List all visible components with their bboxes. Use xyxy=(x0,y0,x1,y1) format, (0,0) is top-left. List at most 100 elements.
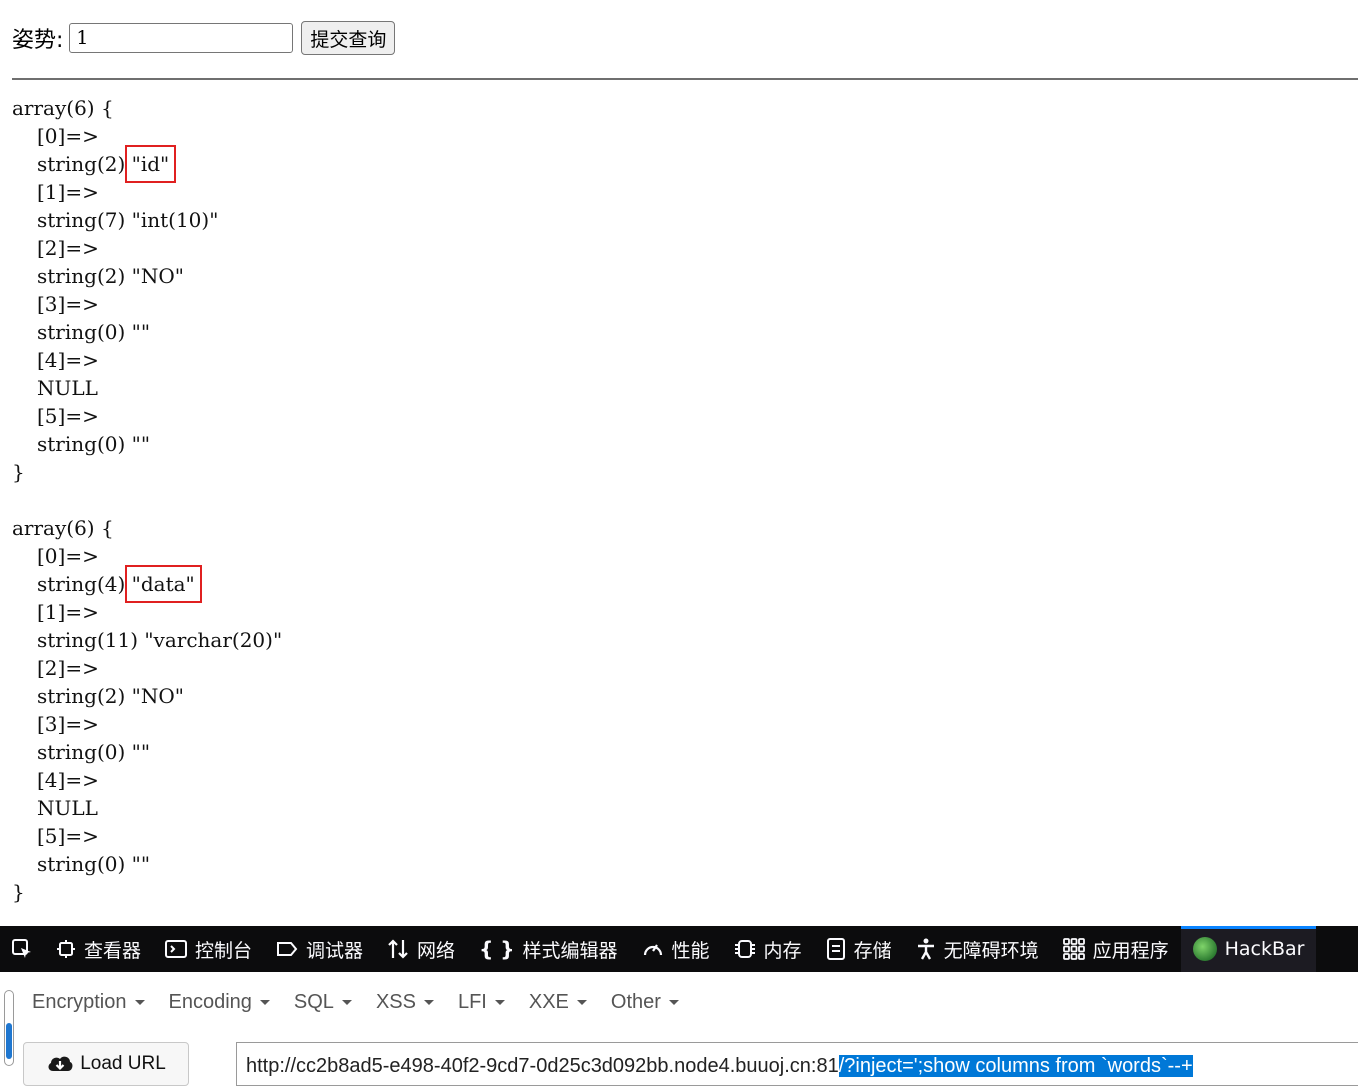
dump-line: [3]=> xyxy=(37,712,99,736)
dump-line: [2]=> xyxy=(37,236,99,260)
horizontal-rule xyxy=(12,78,1358,80)
devtools-tab-label: 性能 xyxy=(671,939,710,962)
hackbar-menu-label: Other xyxy=(610,990,661,1013)
caret-down-icon xyxy=(494,999,505,1005)
dump-line: string(2) "NO" xyxy=(37,684,184,708)
dump-line: string(0) "" xyxy=(37,432,151,456)
highlighted-column-name: "id" xyxy=(124,145,177,183)
url-selected-text: /?inject=';show columns from `words`--+ xyxy=(838,1055,1193,1077)
caret-down-icon xyxy=(134,999,145,1005)
memory-icon xyxy=(734,938,756,960)
inject-form: 姿势: 提交查询 xyxy=(12,20,396,56)
dump-blank-line xyxy=(12,486,282,514)
element-picker-icon[interactable] xyxy=(0,926,44,972)
devtools-tab-label: HackBar xyxy=(1224,938,1305,960)
caret-down-icon xyxy=(341,999,352,1005)
dump-line: NULL xyxy=(37,376,98,400)
dump-line: [4]=> xyxy=(37,768,99,792)
submit-query-button[interactable]: 提交查询 xyxy=(301,21,396,55)
url-input[interactable]: http://cc2b8ad5-e498-40f2-9cd7-0d25c3d09… xyxy=(236,1042,1358,1086)
hackbar-menu-xxe[interactable]: XXE xyxy=(517,991,599,1014)
hackbar-menu-lfi[interactable]: LFI xyxy=(446,991,517,1014)
hackbar-menu-xss[interactable]: XSS xyxy=(364,991,446,1014)
debugger-icon xyxy=(276,939,298,959)
devtools-tab-network[interactable]: 网络 xyxy=(375,926,467,972)
performance-icon xyxy=(642,939,664,959)
devtools-toolbar: 查看器 控制台 调试器 网络 { } 样式编辑器 性能 内存 存储 无障碍环境 应用程序 HackBa… xyxy=(0,926,1358,972)
cloud-download-icon xyxy=(46,1053,74,1075)
hackbar-menu-encryption[interactable]: Encryption xyxy=(20,991,157,1014)
dump-type-prefix: string(4) xyxy=(37,572,132,596)
dump-line: string(0) "" xyxy=(37,852,151,876)
dump-line: [3]=> xyxy=(37,292,99,316)
devtools-tab-label: 应用程序 xyxy=(1092,939,1169,962)
dump-line: string(0) "" xyxy=(37,320,151,344)
hackbar-menu-label: LFI xyxy=(457,990,487,1013)
devtools-tab-accessibility[interactable]: 无障碍环境 xyxy=(904,926,1051,972)
load-url-label: Load URL xyxy=(80,1053,166,1074)
devtools-tab-inspector[interactable]: 查看器 xyxy=(44,926,153,972)
network-icon xyxy=(387,938,409,960)
dump-line: [5]=> xyxy=(37,824,99,848)
hackbar-menu-sql[interactable]: SQL xyxy=(282,991,364,1014)
dump-line: NULL xyxy=(37,796,98,820)
hackbar-menu-encoding[interactable]: Encoding xyxy=(157,991,282,1014)
dump-line: string(2) "NO" xyxy=(37,264,184,288)
url-text: http://cc2b8ad5-e498-40f2-9cd7-0d25c3d09… xyxy=(246,1055,839,1077)
devtools-tab-label: 查看器 xyxy=(84,939,142,962)
hackbar-menu-label: Encoding xyxy=(168,990,252,1013)
hackbar-icon xyxy=(1192,937,1217,961)
dump-line: string(0) "" xyxy=(37,740,151,764)
caret-down-icon xyxy=(423,999,434,1005)
dump-line: string(2) "id" xyxy=(12,145,282,183)
dump-type-prefix: string(2) xyxy=(37,152,132,176)
dump-array-footer: } xyxy=(12,460,25,484)
devtools-tab-label: 网络 xyxy=(417,939,456,962)
devtools-tab-label: 样式编辑器 xyxy=(522,939,618,962)
devtools-tab-hackbar[interactable]: HackBar xyxy=(1180,926,1317,972)
devtools-tab-label: 控制台 xyxy=(195,939,253,962)
inspector-icon xyxy=(56,939,76,959)
devtools-tab-console[interactable]: 控制台 xyxy=(153,926,264,972)
devtools-tab-style-editor[interactable]: { } 样式编辑器 xyxy=(467,926,629,972)
console-icon xyxy=(165,939,188,959)
dump-line: [2]=> xyxy=(37,656,99,680)
dump-line: [1]=> xyxy=(37,600,99,624)
highlighted-column-name: "data" xyxy=(124,565,202,603)
devtools-tab-performance[interactable]: 性能 xyxy=(630,926,722,972)
hackbar-menu-label: XSS xyxy=(375,990,416,1013)
caret-down-icon xyxy=(668,999,679,1005)
hackbar-menu-label: Encryption xyxy=(32,990,127,1013)
dump-line: [0]=> xyxy=(37,544,99,568)
inject-label: 姿势: xyxy=(12,28,64,53)
accessibility-icon xyxy=(916,938,936,960)
dump-line: string(11) "varchar(20)" xyxy=(37,628,283,652)
dump-line: [4]=> xyxy=(37,348,99,372)
storage-icon xyxy=(826,938,846,960)
devtools-tab-label: 无障碍环境 xyxy=(943,939,1039,962)
style-editor-icon: { } xyxy=(479,937,515,961)
dump-line: [1]=> xyxy=(37,180,99,204)
hackbar-menu: Encryption Encoding SQL XSS LFI XXE Other xyxy=(20,982,691,1022)
devtools-tab-memory[interactable]: 内存 xyxy=(722,926,814,972)
hackbar-menu-label: SQL xyxy=(293,990,334,1013)
hackbar-menu-label: XXE xyxy=(528,990,569,1013)
load-url-button[interactable]: Load URL xyxy=(23,1042,189,1086)
dump-line: [0]=> xyxy=(37,124,99,148)
devtools-tab-label: 调试器 xyxy=(306,939,364,962)
application-icon xyxy=(1062,938,1085,960)
devtools-tab-debugger[interactable]: 调试器 xyxy=(264,926,375,972)
dump-line: string(7) "int(10)" xyxy=(37,208,219,232)
inject-input[interactable] xyxy=(69,23,294,53)
hackbar-menu-other[interactable]: Other xyxy=(599,991,691,1014)
dump-line: string(4) "data" xyxy=(12,565,282,603)
dump-line: [5]=> xyxy=(37,404,99,428)
devtools-tab-application[interactable]: 应用程序 xyxy=(1051,926,1181,972)
dump-array-footer: } xyxy=(12,880,25,904)
devtools-tab-label: 内存 xyxy=(763,939,802,962)
caret-down-icon xyxy=(576,999,587,1005)
devtools-tab-storage[interactable]: 存储 xyxy=(814,926,904,972)
hackbar-panel: Encryption Encoding SQL XSS LFI XXE Other Load… xyxy=(0,972,1358,1086)
dump-array-header: array(6) { xyxy=(12,96,114,120)
hackbar-scrollbar[interactable] xyxy=(4,990,14,1066)
